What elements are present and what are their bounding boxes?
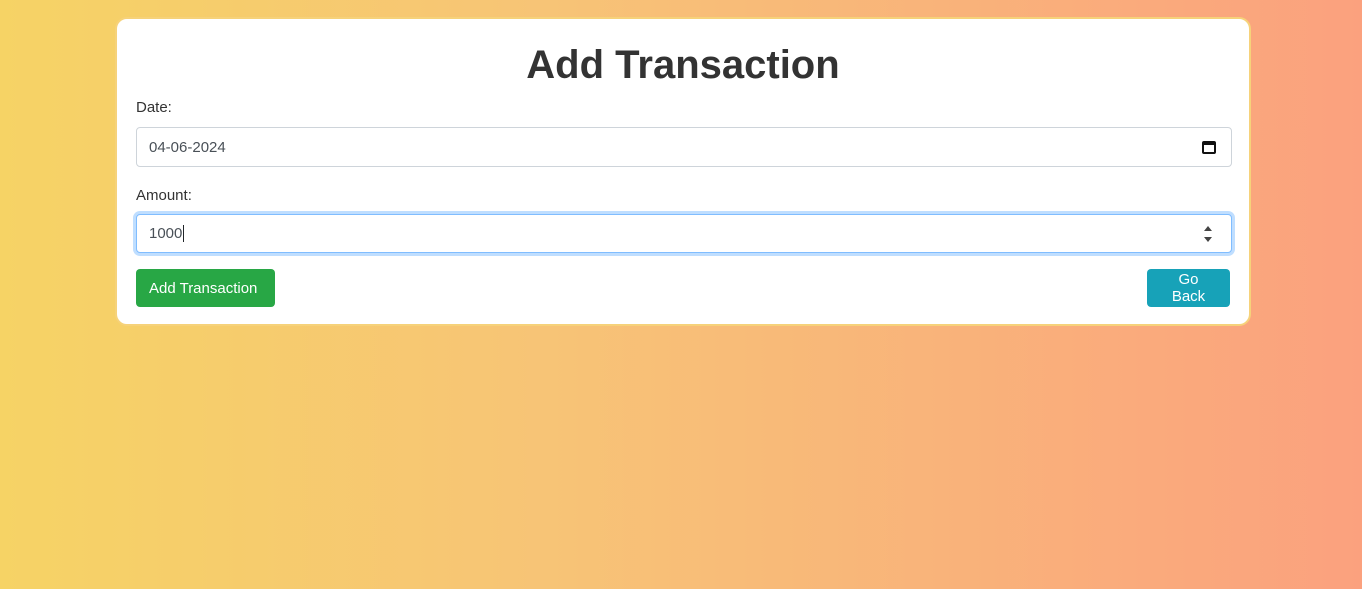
amount-input[interactable]: 1000 [136,214,1232,253]
date-label: Date: [136,99,172,116]
amount-value: 1000 [149,224,183,242]
add-transaction-button[interactable]: Add Transaction [136,269,275,307]
text-cursor [183,225,185,243]
add-transaction-card: Add Transaction Date: 04-06-2024 Amount:… [115,17,1251,326]
date-input[interactable]: 04-06-2024 [136,127,1232,167]
stepper-down-icon[interactable] [1204,236,1212,242]
calendar-icon[interactable] [1202,140,1216,154]
page-title: Add Transaction [526,43,840,87]
amount-label: Amount: [136,187,192,204]
go-back-button[interactable]: Go Back [1147,269,1230,307]
number-stepper[interactable] [1201,223,1215,245]
stepper-up-icon[interactable] [1204,225,1212,231]
date-value: 04-06-2024 [149,138,226,156]
